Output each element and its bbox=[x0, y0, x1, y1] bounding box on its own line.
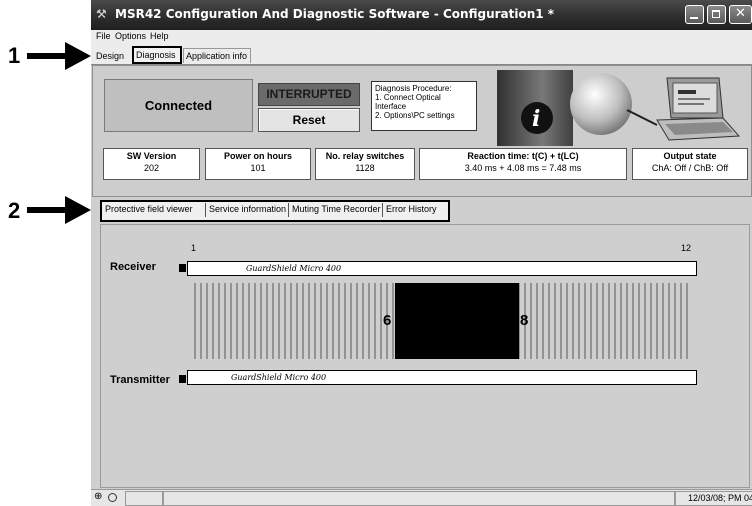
tab-muting-time-recorder[interactable]: Muting Time Recorder bbox=[292, 204, 381, 214]
tab-diagnosis[interactable]: Diagnosis bbox=[132, 46, 182, 64]
menu-bar: File Options Help bbox=[91, 30, 752, 44]
tab-divider bbox=[288, 203, 289, 217]
maximize-button[interactable] bbox=[707, 5, 726, 24]
power-on-hours-box: Power on hours 101 bbox=[205, 148, 311, 180]
relay-switches-box: No. relay switches 1128 bbox=[315, 148, 415, 180]
tab-protective-field-viewer[interactable]: Protective field viewer bbox=[105, 204, 193, 214]
close-button[interactable]: ✕ bbox=[729, 5, 752, 24]
close-icon: ✕ bbox=[735, 6, 746, 21]
beam-start-label: 1 bbox=[191, 243, 197, 253]
state-status-badge: INTERRUPTED bbox=[258, 83, 360, 106]
beam-end-label: 12 bbox=[681, 243, 692, 253]
connection-plug-icon: ⊕ bbox=[94, 491, 103, 502]
receiver-connector bbox=[179, 264, 186, 272]
minimize-button[interactable] bbox=[685, 5, 704, 24]
connection-status: Connected bbox=[104, 79, 253, 132]
tab-error-history[interactable]: Error History bbox=[386, 204, 437, 214]
status-datetime-cell: 12/03/08; PM 04:38:54 bbox=[675, 491, 752, 506]
status-cell bbox=[125, 491, 163, 506]
callout-number-2: 2 bbox=[8, 198, 21, 223]
blocked-start-label: 6 bbox=[383, 312, 392, 329]
app-window: ⚒ MSR42 Configuration And Diagnostic Sof… bbox=[91, 0, 752, 506]
receiver-bar: GuardShield Micro 400 bbox=[187, 261, 697, 276]
window-title: MSR42 Configuration And Diagnostic Softw… bbox=[115, 7, 555, 21]
transmitter-label: Transmitter bbox=[110, 374, 170, 386]
transmitter-connector bbox=[179, 375, 186, 383]
reset-button[interactable]: Reset bbox=[258, 108, 360, 132]
title-bar: ⚒ MSR42 Configuration And Diagnostic Sof… bbox=[91, 0, 752, 30]
main-tabs: Design Diagnosis Application info bbox=[91, 44, 752, 65]
sub-tabs: Protective field viewer Service informat… bbox=[100, 200, 450, 222]
menu-file[interactable]: File bbox=[96, 31, 111, 41]
callout-number-1: 1 bbox=[8, 43, 21, 68]
output-state-box: Output state ChA: Off / ChB: Off bbox=[632, 148, 748, 180]
status-led-icon bbox=[108, 493, 117, 502]
diagnosis-procedure-box: Diagnosis Procedure: 1. Connect Optical … bbox=[371, 81, 477, 131]
tab-application-info[interactable]: Application info bbox=[183, 48, 251, 63]
receiver-label: Receiver bbox=[110, 261, 156, 273]
status-cell bbox=[163, 491, 675, 506]
callout-arrow-1 bbox=[27, 42, 91, 70]
procedure-step-1: 1. Connect Optical Interface bbox=[375, 93, 441, 111]
menu-help[interactable]: Help bbox=[150, 31, 169, 41]
app-icon: ⚒ bbox=[96, 7, 107, 21]
transmitter-bar: GuardShield Micro 400 bbox=[187, 370, 697, 385]
tab-service-information[interactable]: Service information bbox=[209, 204, 286, 214]
blocked-end-label: 8 bbox=[520, 312, 529, 329]
menu-options[interactable]: Options bbox=[115, 31, 146, 41]
svg-text:i: i bbox=[532, 106, 540, 132]
blocked-beams-region bbox=[395, 283, 519, 359]
procedure-title: Diagnosis Procedure: bbox=[375, 84, 452, 93]
sw-version-box: SW Version 202 bbox=[103, 148, 200, 180]
tab-design[interactable]: Design bbox=[93, 48, 131, 63]
reaction-time-box: Reaction time: t(C) + t(LC) 3.40 ms + 4.… bbox=[419, 148, 627, 180]
tab-divider bbox=[382, 203, 383, 217]
tab-divider bbox=[205, 203, 206, 217]
callout-arrow-2 bbox=[27, 196, 91, 224]
status-bar: ⊕ 12/03/08; PM 04:38:54 bbox=[91, 489, 752, 506]
protective-field-viewer: 1 12 Receiver GuardShield Micro 400 6 8 … bbox=[100, 224, 750, 488]
optical-interface-illustration: i bbox=[497, 70, 741, 146]
procedure-step-2: 2. Options\PC settings bbox=[375, 111, 455, 120]
